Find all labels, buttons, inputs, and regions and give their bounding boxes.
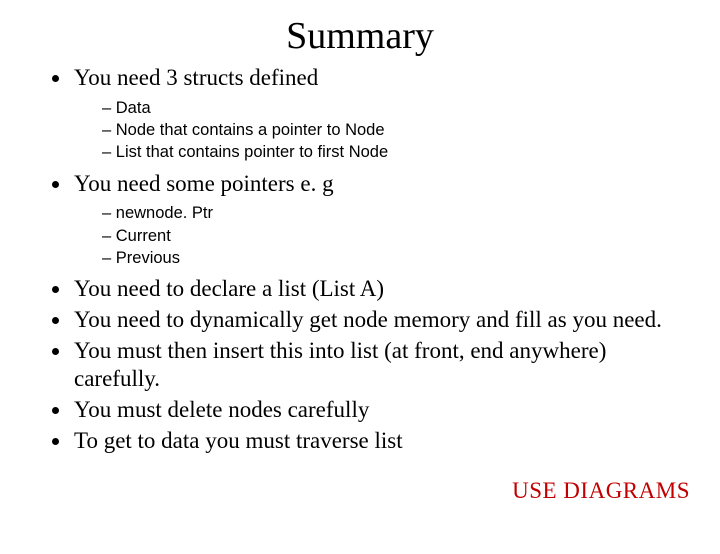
callout-text: USE DIAGRAMS <box>512 478 690 504</box>
bullet-item: To get to data you must traverse list <box>72 427 720 456</box>
bullet-text: You need some pointers e. g <box>74 171 334 196</box>
sub-list: Data Node that contains a pointer to Nod… <box>74 97 690 164</box>
bullet-item: You must then insert this into list (at … <box>72 337 720 395</box>
bullet-item: You need to dynamically get node memory … <box>72 306 720 335</box>
sub-item: Previous <box>102 247 690 269</box>
sub-item: Current <box>102 225 690 247</box>
slide-title: Summary <box>0 14 720 58</box>
sub-item: Node that contains a pointer to Node <box>102 119 690 141</box>
bullet-item: You need to declare a list (List A) <box>72 275 720 304</box>
sub-item: newnode. Ptr <box>102 202 690 224</box>
sub-item: Data <box>102 97 690 119</box>
bullet-item: You need 3 structs defined Data Node tha… <box>72 64 720 164</box>
sub-item: List that contains pointer to first Node <box>102 141 690 163</box>
bullet-text: You need 3 structs defined <box>74 65 318 90</box>
bullet-item: You need some pointers e. g newnode. Ptr… <box>72 170 720 270</box>
sub-list: newnode. Ptr Current Previous <box>74 202 690 269</box>
bullet-list: You need 3 structs defined Data Node tha… <box>0 64 720 456</box>
bullet-item: You must delete nodes carefully <box>72 396 720 425</box>
